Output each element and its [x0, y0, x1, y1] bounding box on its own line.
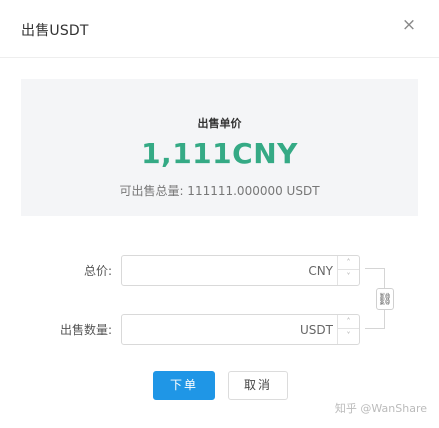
- total-price-input[interactable]: [122, 256, 302, 285]
- dialog-title: 出售USDT: [21, 23, 89, 39]
- close-icon[interactable]: ×: [401, 17, 417, 34]
- link-bracket-bottom: [365, 328, 385, 329]
- cancel-button[interactable]: 取消: [228, 371, 288, 400]
- unit-price-value: 1,111CNY: [141, 137, 298, 170]
- sell-quantity-input[interactable]: [122, 315, 302, 344]
- sell-quantity-decrement-icon[interactable]: ˅: [338, 329, 359, 343]
- sell-quantity-field: USDT ˄ ˅: [121, 314, 360, 345]
- sell-usdt-dialog: 出售USDT × 出售单价 1,111CNY 可出售总量: 111111.000…: [0, 0, 439, 428]
- link-bracket-upper: [384, 268, 385, 288]
- total-price-decrement-icon[interactable]: ˅: [338, 270, 359, 284]
- watermark: 知乎 @WanShare: [334, 402, 427, 415]
- total-price-label: 总价:: [83, 264, 112, 278]
- link-icon[interactable]: ⛓: [376, 288, 394, 310]
- total-price-unit: CNY: [308, 264, 333, 278]
- sell-quantity-stepper: ˄ ˅: [337, 315, 359, 344]
- link-bracket-top: [365, 268, 385, 269]
- dialog-header: 出售USDT ×: [0, 0, 439, 58]
- total-price-stepper: ˄ ˅: [337, 256, 359, 285]
- sell-quantity-increment-icon[interactable]: ˄: [338, 315, 359, 329]
- unit-price-label: 出售单价: [197, 117, 242, 130]
- link-bracket-lower: [384, 310, 385, 329]
- price-summary-panel: 出售单价 1,111CNY 可出售总量: 111111.000000 USDT: [21, 79, 418, 216]
- sellable-total-text: 可出售总量: 111111.000000 USDT: [119, 184, 320, 198]
- total-price-field: CNY ˄ ˅: [121, 255, 360, 286]
- sell-quantity-label: 出售数量:: [59, 323, 112, 337]
- sell-quantity-unit: USDT: [300, 323, 333, 337]
- total-price-increment-icon[interactable]: ˄: [338, 256, 359, 270]
- place-order-button[interactable]: 下单: [153, 371, 215, 400]
